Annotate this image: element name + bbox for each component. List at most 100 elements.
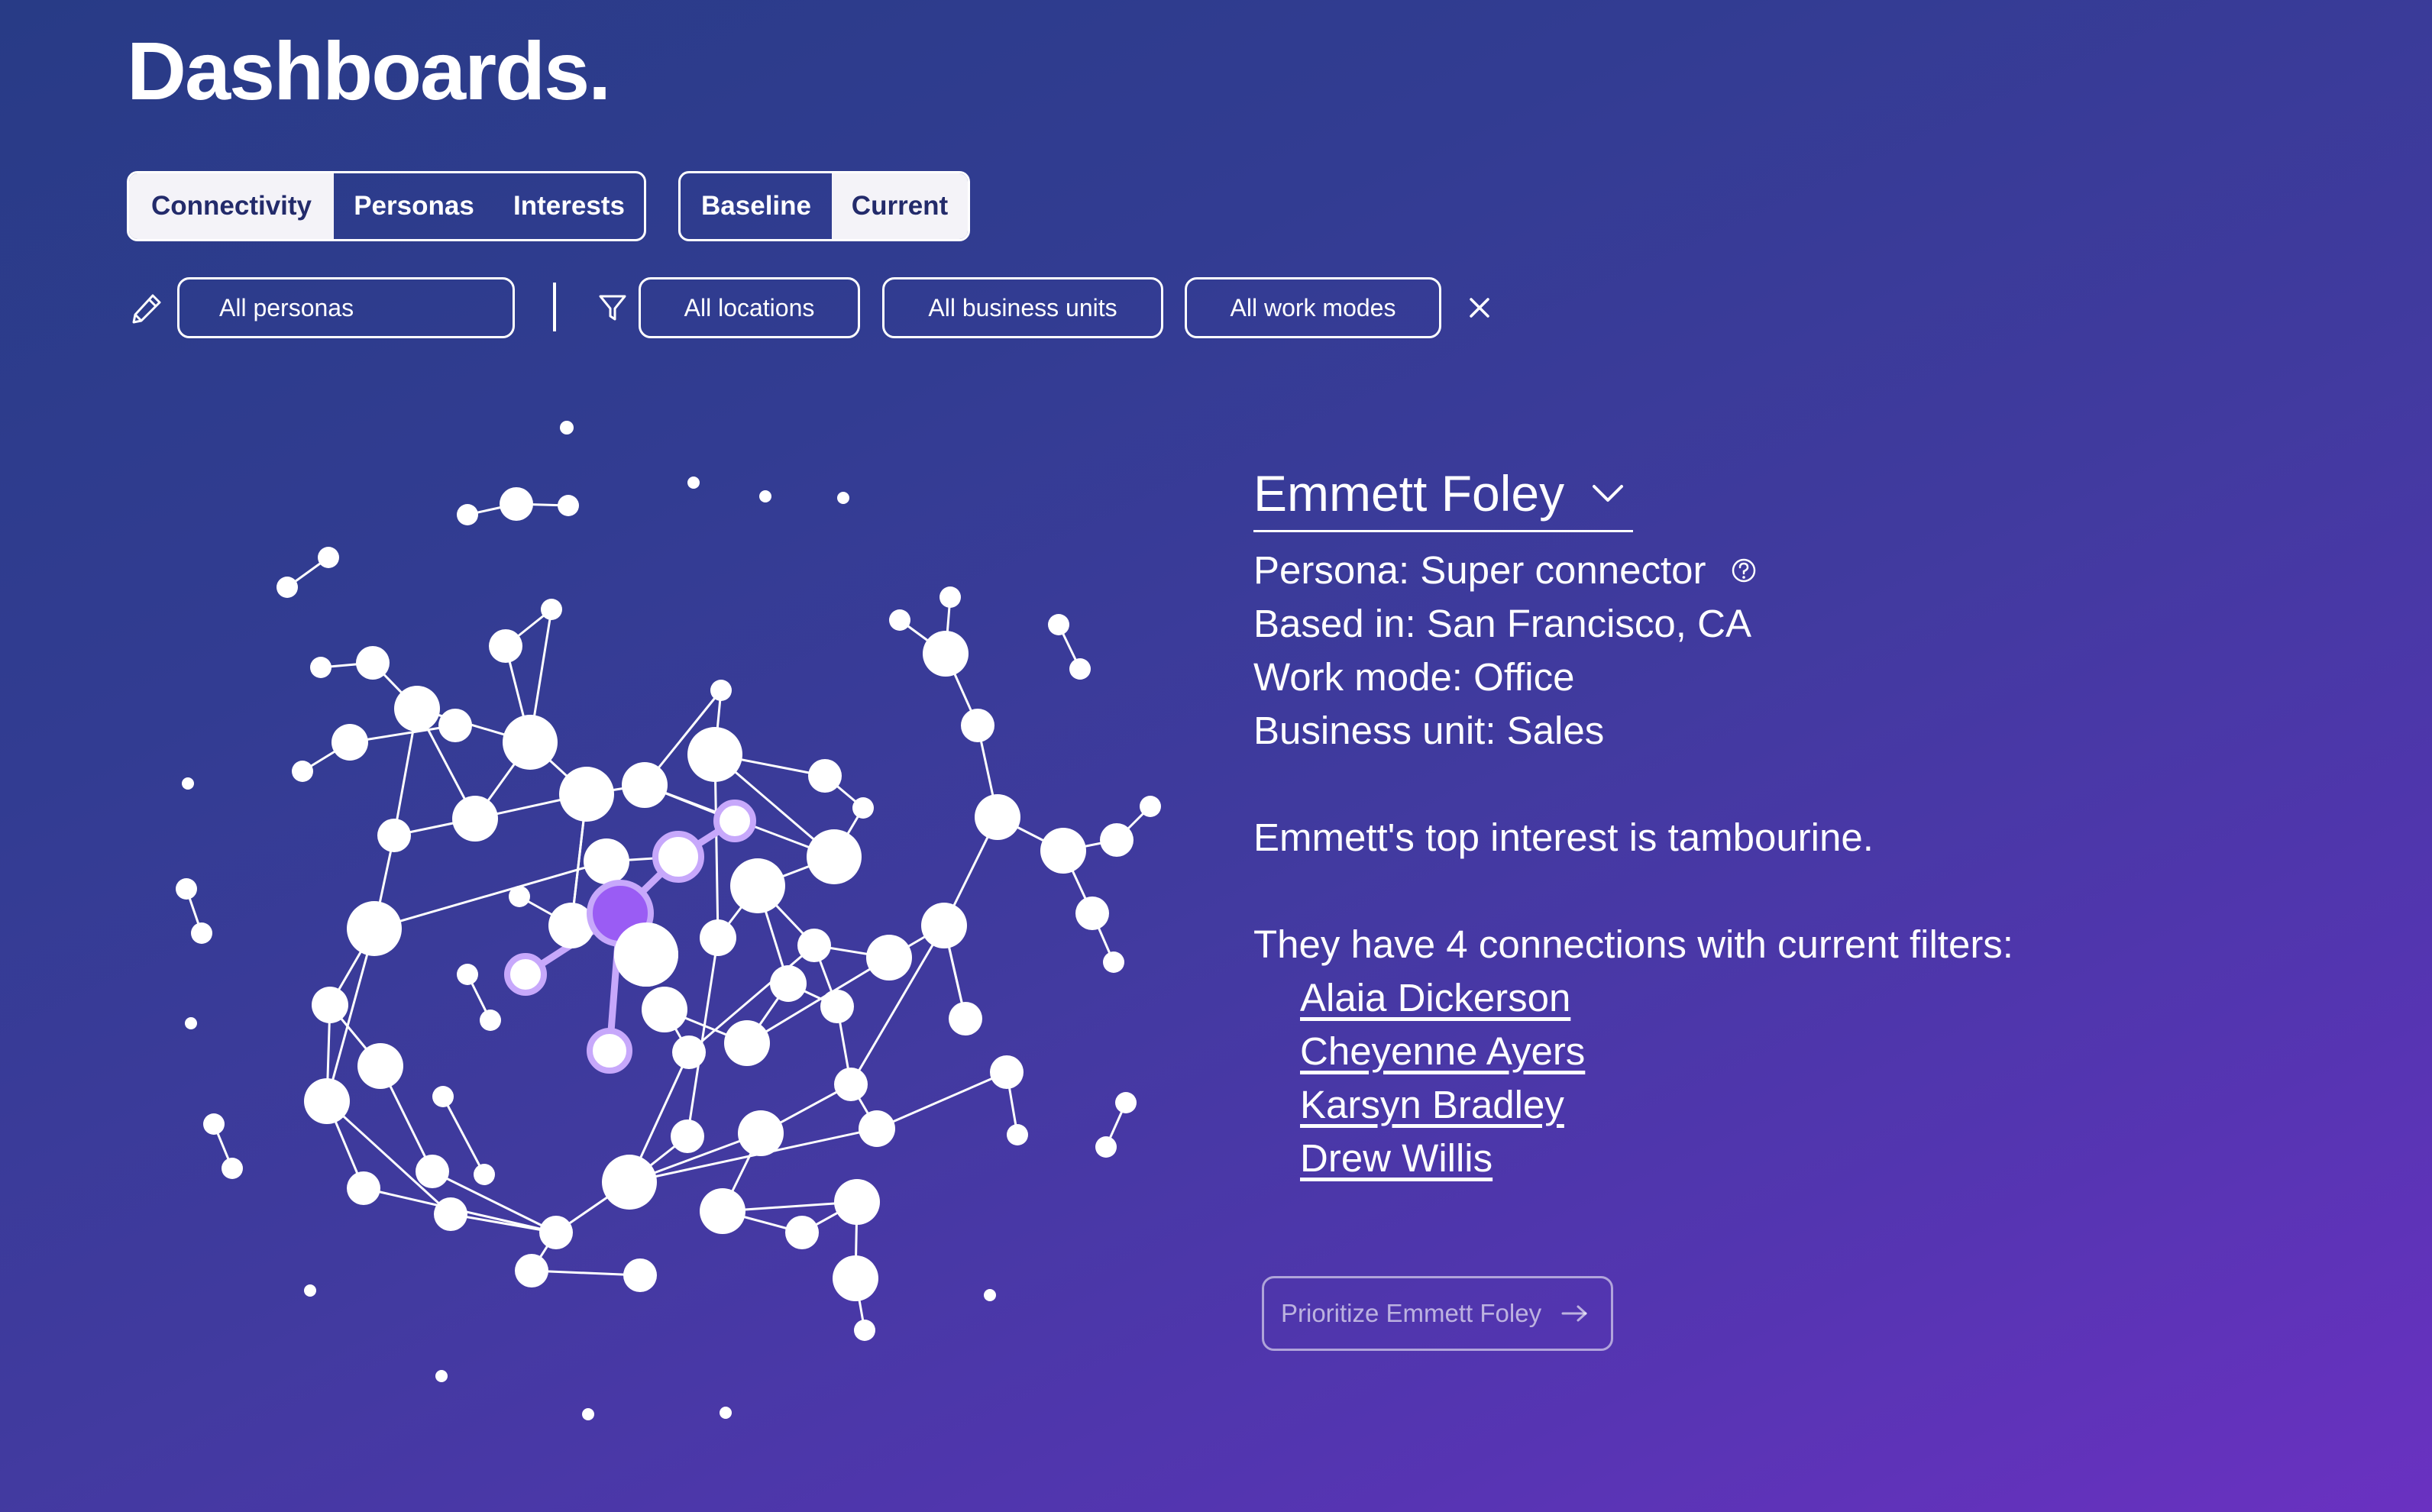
graph-node[interactable] (541, 599, 562, 620)
graph-node[interactable] (1007, 1124, 1028, 1145)
graph-node[interactable] (304, 1078, 350, 1124)
graph-node[interactable] (834, 1179, 880, 1225)
graph-node[interactable] (1040, 828, 1086, 874)
graph-node[interactable] (432, 1086, 454, 1107)
graph-node[interactable] (185, 1017, 197, 1029)
graph-node[interactable] (859, 1110, 895, 1147)
graph-node[interactable] (1095, 1136, 1117, 1158)
graph-node[interactable] (923, 631, 969, 677)
graph-node[interactable] (1140, 796, 1161, 817)
graph-node[interactable] (866, 935, 912, 981)
graph-node[interactable] (622, 762, 668, 808)
graph-node[interactable] (770, 965, 807, 1002)
graph-node[interactable] (961, 709, 994, 742)
graph-node[interactable] (807, 829, 862, 884)
graph-node[interactable] (730, 858, 785, 913)
connected-node[interactable] (652, 831, 704, 883)
graph-node[interactable] (582, 1408, 594, 1420)
graph-node[interactable] (700, 1188, 745, 1234)
graph-node[interactable] (614, 922, 678, 987)
graph-node[interactable] (1075, 897, 1109, 930)
graph-node[interactable] (1069, 658, 1091, 680)
graph-node[interactable] (724, 1020, 770, 1066)
graph-node[interactable] (438, 709, 472, 742)
graph-node[interactable] (347, 901, 402, 956)
connection-link[interactable]: Drew Willis (1300, 1132, 1493, 1185)
graph-node[interactable] (584, 838, 629, 884)
graph-node[interactable] (834, 1068, 868, 1101)
graph-node[interactable] (720, 1407, 732, 1419)
graph-node[interactable] (785, 1216, 819, 1249)
graph-node[interactable] (738, 1110, 784, 1156)
graph-node[interactable] (331, 724, 368, 761)
graph-node[interactable] (356, 646, 390, 680)
graph-node[interactable] (808, 759, 842, 793)
graph-node[interactable] (939, 586, 961, 608)
graph-node[interactable] (292, 761, 313, 782)
prioritize-button[interactable]: Prioritize Emmett Foley (1262, 1276, 1613, 1351)
graph-node[interactable] (377, 819, 411, 852)
graph-node[interactable] (480, 1010, 501, 1031)
graph-node[interactable] (833, 1255, 878, 1301)
graph-node[interactable] (182, 777, 194, 790)
graph-node[interactable] (642, 987, 687, 1032)
close-icon[interactable] (1467, 295, 1493, 321)
graph-node[interactable] (558, 495, 579, 516)
graph-node[interactable] (222, 1158, 243, 1179)
network-graph[interactable] (0, 0, 1207, 1451)
graph-node[interactable] (921, 903, 967, 948)
graph-node[interactable] (452, 796, 498, 842)
graph-node[interactable] (953, 1010, 975, 1031)
graph-node[interactable] (489, 629, 522, 663)
graph-node[interactable] (560, 421, 574, 435)
person-select[interactable]: Emmett Foley (1253, 457, 1634, 532)
graph-node[interactable] (1100, 823, 1134, 857)
graph-node[interactable] (687, 727, 742, 782)
graph-node[interactable] (984, 1289, 996, 1301)
graph-node[interactable] (602, 1155, 657, 1210)
graph-node[interactable] (854, 1320, 875, 1341)
graph-node[interactable] (852, 797, 874, 819)
graph-node[interactable] (457, 504, 478, 525)
graph-node[interactable] (435, 1370, 448, 1382)
graph-node[interactable] (347, 1171, 380, 1205)
connected-node[interactable] (713, 800, 756, 842)
graph-node[interactable] (312, 987, 348, 1023)
graph-node[interactable] (1048, 614, 1069, 635)
graph-node[interactable] (515, 1254, 548, 1287)
graph-node[interactable] (539, 1216, 573, 1249)
graph-node[interactable] (687, 477, 700, 489)
graph-node[interactable] (500, 487, 533, 521)
graph-node[interactable] (394, 686, 440, 732)
work-modes-filter[interactable]: All work modes (1185, 277, 1441, 338)
graph-node[interactable] (203, 1113, 225, 1135)
graph-node[interactable] (671, 1119, 704, 1153)
connection-link[interactable]: Alaia Dickerson (1300, 971, 1570, 1025)
graph-node[interactable] (310, 657, 331, 678)
graph-node[interactable] (990, 1055, 1024, 1089)
graph-node[interactable] (837, 492, 849, 504)
graph-node[interactable] (700, 919, 736, 956)
graph-node[interactable] (1115, 1092, 1137, 1113)
graph-node[interactable] (457, 964, 478, 985)
graph-node[interactable] (416, 1155, 449, 1188)
graph-node[interactable] (559, 767, 614, 822)
connection-link[interactable]: Karsyn Bradley (1300, 1078, 1564, 1132)
graph-node[interactable] (191, 922, 212, 944)
graph-node[interactable] (509, 886, 530, 907)
graph-node[interactable] (820, 990, 854, 1023)
graph-node[interactable] (975, 794, 1020, 840)
graph-node[interactable] (623, 1258, 657, 1292)
connected-node[interactable] (504, 953, 547, 996)
graph-node[interactable] (672, 1035, 706, 1069)
graph-node[interactable] (759, 490, 771, 502)
graph-node[interactable] (474, 1164, 495, 1185)
graph-node[interactable] (797, 929, 831, 962)
graph-node[interactable] (710, 680, 732, 701)
graph-node[interactable] (277, 577, 298, 598)
graph-node[interactable] (889, 609, 910, 631)
connection-link[interactable]: Cheyenne Ayers (1300, 1025, 1585, 1078)
graph-node[interactable] (318, 547, 339, 568)
graph-node[interactable] (434, 1197, 467, 1231)
graph-node[interactable] (1103, 951, 1124, 973)
